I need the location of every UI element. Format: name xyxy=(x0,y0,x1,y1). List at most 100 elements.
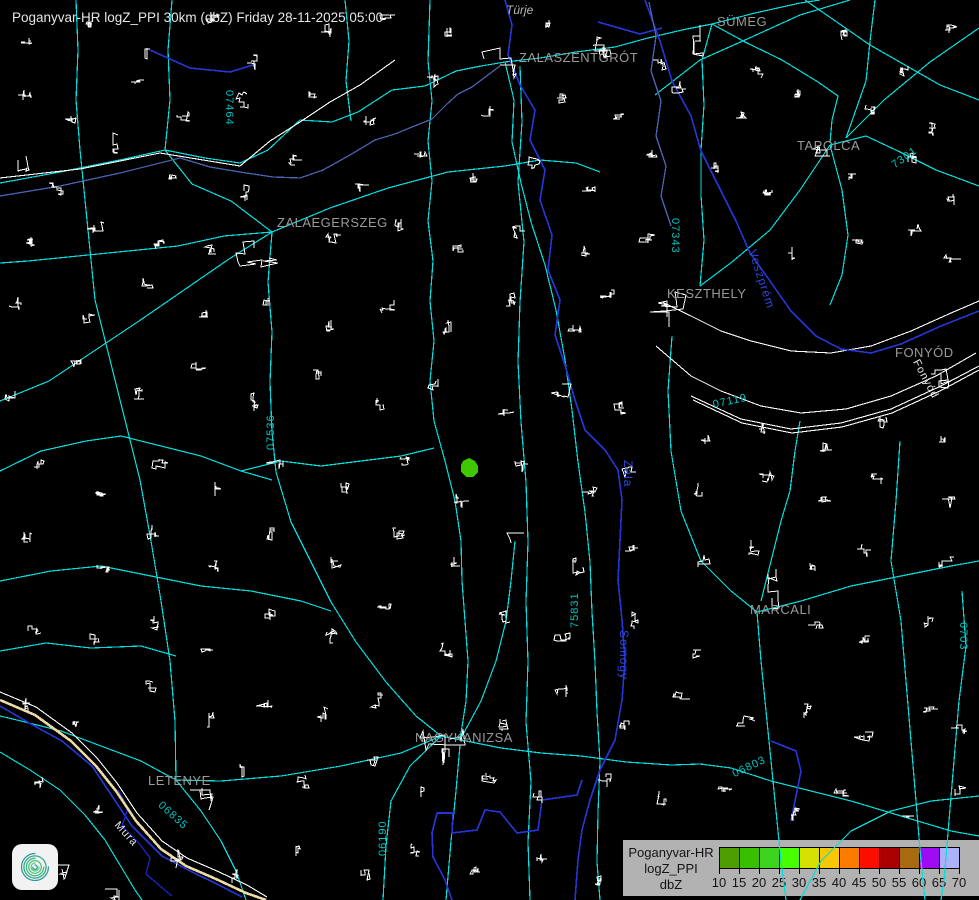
settlement-outline xyxy=(818,497,831,502)
settlement-outline xyxy=(622,467,636,478)
map-line-boundary xyxy=(432,813,452,900)
settlement-outline xyxy=(105,889,119,900)
map-line-road xyxy=(0,643,176,656)
settlement-outline xyxy=(177,112,190,121)
settlement-outline xyxy=(619,721,629,730)
settlement-outline xyxy=(73,722,79,727)
settlement-outline xyxy=(749,540,759,555)
settlement-outline xyxy=(545,20,550,28)
map-line-road xyxy=(805,0,979,100)
settlement-outline xyxy=(701,435,710,444)
settlement-outline xyxy=(639,234,655,243)
settlement-outline xyxy=(878,416,887,428)
settlement-outline xyxy=(326,629,337,643)
settlement-outline xyxy=(929,123,936,136)
settlement-outline xyxy=(647,150,657,157)
settlement-outline xyxy=(113,133,118,153)
settlement-outline xyxy=(380,300,395,313)
map-line-road xyxy=(0,566,331,611)
map-line-road xyxy=(891,441,925,900)
map-line-road xyxy=(700,145,830,286)
settlement-outline xyxy=(572,558,584,575)
settlement-outline xyxy=(145,48,150,59)
settlement-outline xyxy=(451,557,460,567)
map-line-boundary xyxy=(750,253,979,353)
map-line-road xyxy=(846,0,875,138)
settlement-outline xyxy=(841,30,847,40)
settlement-outline xyxy=(191,362,206,370)
settlement-outline xyxy=(146,681,156,692)
settlement-outline xyxy=(718,787,732,792)
settlement-outline xyxy=(582,487,597,496)
settlement-outline xyxy=(65,116,76,123)
settlement-outline xyxy=(551,384,571,397)
map-line-road xyxy=(830,145,848,305)
map-line-road xyxy=(0,232,272,263)
settlement-outline xyxy=(614,402,626,414)
settlement-outline xyxy=(625,545,638,551)
settlement-outline xyxy=(951,725,967,734)
map-line-road xyxy=(712,0,820,24)
map-line-road xyxy=(757,612,786,900)
settlement-outline xyxy=(267,528,274,540)
settlement-outline xyxy=(201,649,213,652)
settlement-outline xyxy=(857,544,871,557)
settlement-outline xyxy=(236,92,248,108)
settlement-outline xyxy=(600,290,614,298)
settlement-outline xyxy=(313,370,321,379)
map-line-boundary xyxy=(150,50,256,72)
settlement-outline xyxy=(443,320,451,334)
map-line-outline xyxy=(656,346,976,413)
settlement-outline xyxy=(131,80,144,84)
settlement-outline xyxy=(613,114,624,119)
settlement-outline xyxy=(939,436,945,442)
map-line-road xyxy=(0,232,272,401)
settlement-outline xyxy=(908,153,917,163)
settlement-outline xyxy=(57,865,69,879)
settlement-outline xyxy=(18,156,29,171)
map-line-road xyxy=(241,448,434,471)
settlement-outline xyxy=(265,609,275,620)
settlement-outline xyxy=(736,112,746,118)
settlement-outline xyxy=(134,388,144,399)
settlement-outline xyxy=(341,483,349,494)
precipitation-echo xyxy=(461,458,478,477)
settlement-outline xyxy=(326,234,341,243)
settlement-outline xyxy=(326,320,334,331)
settlement-outline xyxy=(150,616,158,630)
settlement-outline xyxy=(22,532,32,542)
settlement-outline xyxy=(768,569,779,609)
settlement-outline xyxy=(848,174,856,180)
settlement-outline xyxy=(83,314,95,323)
settlement-outline xyxy=(470,173,477,182)
settlement-outline xyxy=(854,732,873,741)
settlement-outline xyxy=(364,116,376,125)
settlement-outline xyxy=(955,786,966,796)
map-line-road xyxy=(757,561,979,612)
settlement-outline xyxy=(410,844,420,856)
settlement-outline xyxy=(9,297,21,310)
settlement-outline xyxy=(378,604,391,609)
settlement-outline xyxy=(908,224,921,236)
settlement-outline xyxy=(240,185,249,201)
map-line-boundary xyxy=(598,22,662,34)
settlement-outline xyxy=(34,777,43,788)
settlement-outline xyxy=(499,611,510,623)
settlement-outline xyxy=(247,55,257,70)
settlement-outline xyxy=(763,189,772,195)
settlement-outline xyxy=(90,634,99,645)
settlement-outline xyxy=(321,24,331,37)
settlement-outline xyxy=(440,643,452,657)
settlement-outline xyxy=(251,393,258,411)
settlement-outline xyxy=(481,106,494,116)
settlement-outline xyxy=(555,685,568,697)
settlement-outline xyxy=(808,622,823,629)
settlement-outline xyxy=(568,325,581,332)
settlement-outline xyxy=(804,704,811,718)
settlement-outline xyxy=(788,247,795,260)
settlement-outline xyxy=(947,194,954,205)
settlement-outline xyxy=(209,561,218,572)
settlement-outline xyxy=(931,369,949,388)
settlement-outline xyxy=(470,867,480,874)
settlement-outline xyxy=(900,66,908,76)
